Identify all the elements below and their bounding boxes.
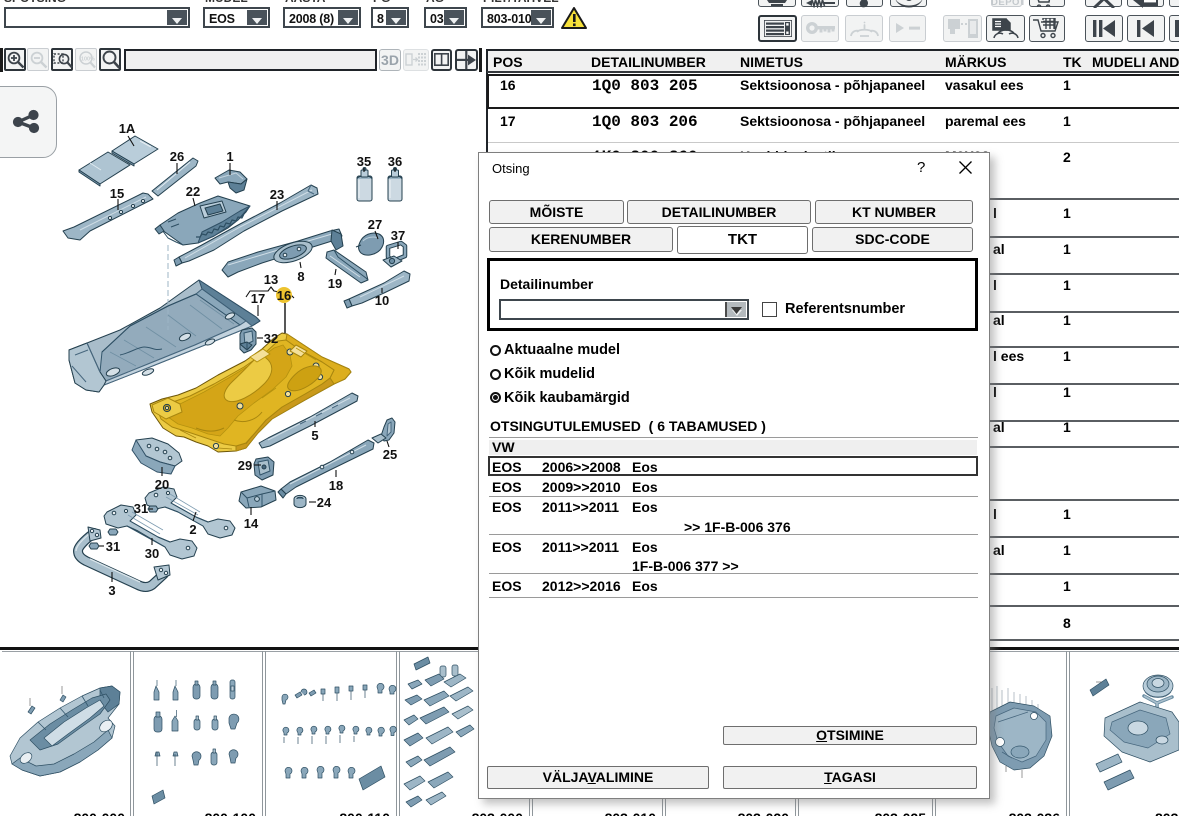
svg-text:14: 14 (244, 516, 259, 531)
svg-text:3: 3 (108, 583, 115, 598)
svg-text:27: 27 (368, 217, 382, 232)
svg-text:31: 31 (106, 539, 120, 554)
svg-text:20: 20 (155, 477, 169, 492)
svg-text:22: 22 (186, 184, 200, 199)
svg-text:5: 5 (311, 428, 318, 443)
svg-text:24: 24 (317, 495, 332, 510)
svg-text:17: 17 (251, 291, 265, 306)
svg-text:35: 35 (357, 154, 371, 169)
svg-text:26: 26 (170, 149, 184, 164)
svg-text:25: 25 (383, 447, 397, 462)
svg-text:36: 36 (388, 154, 402, 169)
svg-text:18: 18 (329, 478, 343, 493)
svg-text:100%: 100% (81, 57, 95, 63)
svg-text:10: 10 (375, 293, 389, 308)
svg-text:31: 31 (134, 501, 148, 516)
svg-text:19: 19 (328, 276, 342, 291)
svg-text:15: 15 (110, 186, 124, 201)
svg-text:23: 23 (270, 187, 284, 202)
svg-text:2: 2 (189, 522, 196, 537)
svg-text:1A: 1A (119, 121, 136, 136)
svg-text:37: 37 (391, 228, 405, 243)
svg-text:32: 32 (264, 331, 278, 346)
svg-text:30: 30 (145, 546, 159, 561)
svg-text:8: 8 (297, 269, 304, 284)
svg-text:1: 1 (226, 149, 233, 164)
svg-text:13: 13 (264, 272, 278, 287)
svg-text:29: 29 (238, 458, 252, 473)
svg-text:16: 16 (277, 288, 291, 303)
